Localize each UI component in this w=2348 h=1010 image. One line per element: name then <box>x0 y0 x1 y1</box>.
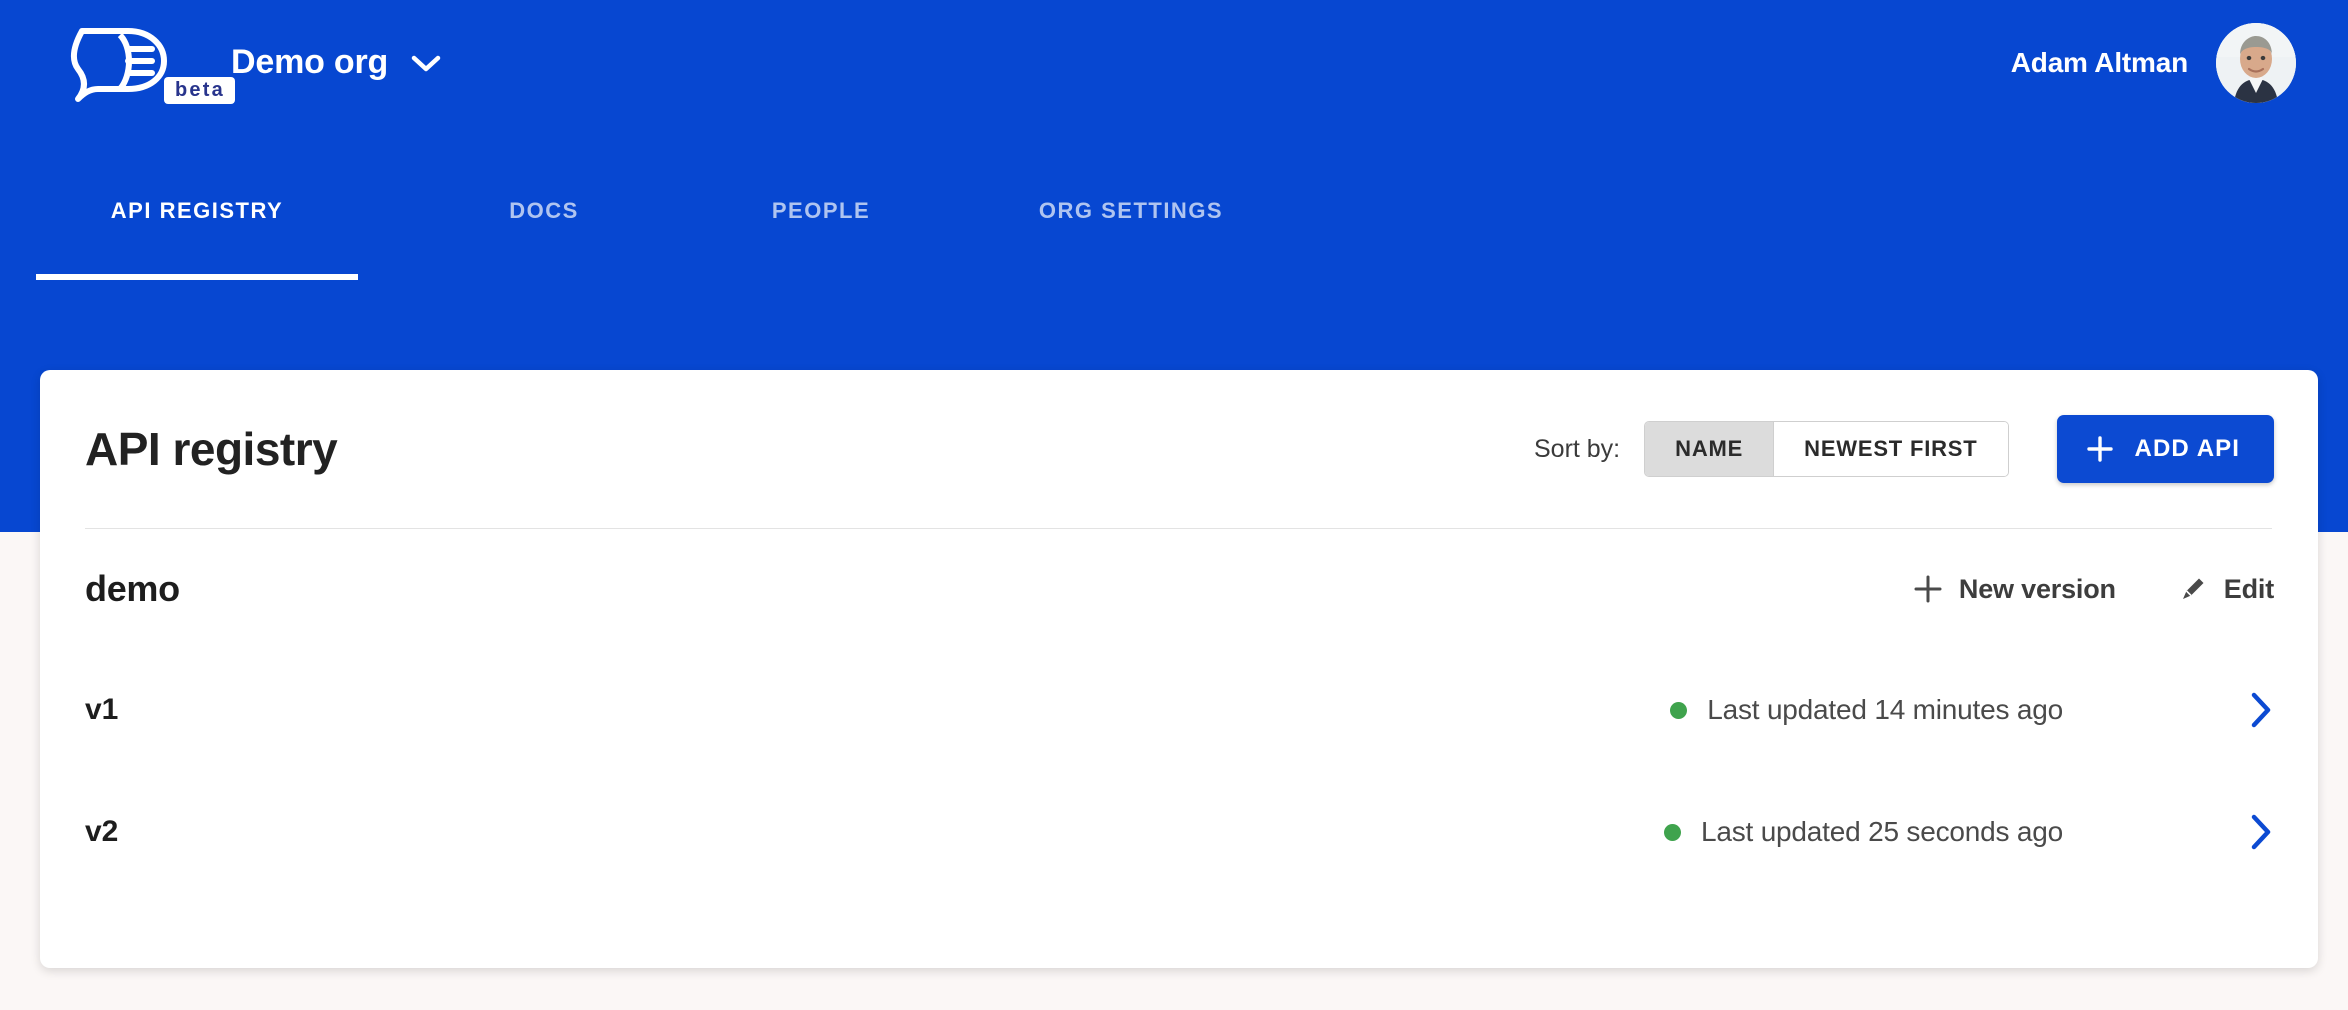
tab-org-settings[interactable]: ORG SETTINGS <box>986 190 1276 280</box>
document-speech-logo-icon <box>70 27 167 102</box>
tab-docs[interactable]: DOCS <box>454 190 634 280</box>
sort-option-name[interactable]: NAME <box>1645 422 1774 476</box>
api-group-header: demo New version Edit <box>85 529 2274 649</box>
version-row[interactable]: v2 Last updated 25 seconds ago <box>85 771 2274 893</box>
sort-option-label: NEWEST FIRST <box>1804 436 1978 461</box>
avatar[interactable] <box>2216 22 2296 103</box>
api-registry-card: API registry Sort by: NAME NEWEST FIRST <box>40 370 2318 968</box>
tab-label: DOCS <box>509 198 579 223</box>
new-version-button[interactable]: New version <box>1913 574 2116 605</box>
chevron-down-icon <box>410 53 442 73</box>
top-bar: beta Demo org Adam Altman <box>0 0 2348 125</box>
tab-label: API REGISTRY <box>110 198 284 223</box>
org-switcher[interactable]: Demo org <box>227 37 446 88</box>
brand-logo[interactable]: beta <box>68 21 235 105</box>
sort-segmented-control: NAME NEWEST FIRST <box>1644 421 2009 477</box>
tab-label: PEOPLE <box>771 198 871 223</box>
chevron-right-icon[interactable] <box>2248 812 2274 852</box>
edit-label: Edit <box>2223 573 2274 604</box>
card-header: API registry Sort by: NAME NEWEST FIRST <box>40 370 2318 528</box>
page-title: API registry <box>85 423 338 475</box>
version-label: v1 <box>85 693 119 726</box>
version-status: Last updated 25 seconds ago <box>1663 812 2274 852</box>
card-header-controls: Sort by: NAME NEWEST FIRST ADD API <box>1534 415 2274 483</box>
plus-icon <box>2085 434 2115 464</box>
user-name: Adam Altman <box>2010 46 2188 78</box>
version-row[interactable]: v1 Last updated 14 minutes ago <box>85 649 2274 771</box>
version-status: Last updated 14 minutes ago <box>1670 690 2274 730</box>
new-version-label: New version <box>1958 573 2116 604</box>
chevron-right-icon[interactable] <box>2248 690 2274 730</box>
sort-by-label: Sort by: <box>1533 434 1621 463</box>
tab-api-registry[interactable]: API REGISTRY <box>36 190 358 280</box>
api-name: demo <box>85 568 180 609</box>
pencil-icon <box>2178 574 2208 604</box>
edit-button[interactable]: Edit <box>2178 574 2274 605</box>
org-name: Demo org <box>231 43 389 81</box>
api-group: demo New version Edit v1 Last updated 14… <box>40 529 2318 893</box>
tab-people[interactable]: PEOPLE <box>728 190 914 280</box>
beta-badge: beta <box>164 76 235 104</box>
status-dot-icon <box>1663 823 1681 841</box>
main-nav-tabs: API REGISTRY DOCS PEOPLE ORG SETTINGS <box>0 190 2348 280</box>
tab-label: ORG SETTINGS <box>1038 198 1224 223</box>
version-label: v2 <box>85 815 119 848</box>
last-updated-text: Last updated 25 seconds ago <box>1700 816 2063 847</box>
add-api-label: ADD API <box>2134 435 2240 462</box>
sort-option-newest-first[interactable]: NEWEST FIRST <box>1773 422 2008 476</box>
user-menu[interactable]: Adam Altman <box>2010 22 2296 103</box>
last-updated-text: Last updated 14 minutes ago <box>1707 694 2063 725</box>
api-group-actions: New version Edit <box>1913 574 2274 605</box>
add-api-button[interactable]: ADD API <box>2056 415 2274 483</box>
plus-icon <box>1913 574 1943 604</box>
status-dot-icon <box>1670 701 1688 719</box>
sort-option-label: NAME <box>1675 436 1744 461</box>
